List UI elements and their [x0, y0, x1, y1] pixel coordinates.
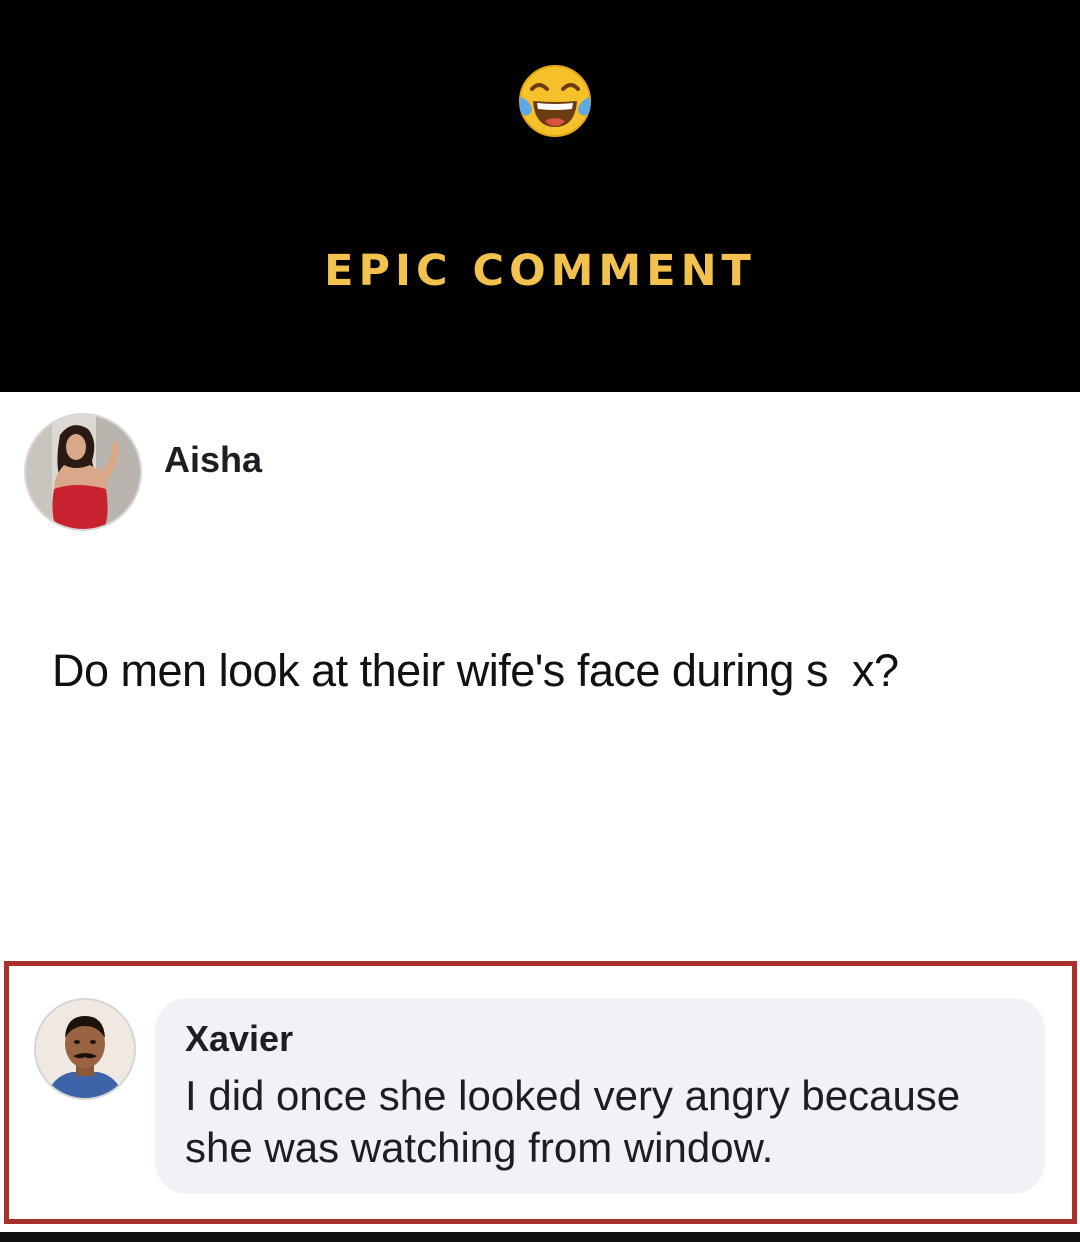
- comment-author-avatar[interactable]: [34, 998, 136, 1100]
- face-with-tears-of-joy-icon: [517, 63, 593, 139]
- bottom-divider: [0, 1232, 1080, 1242]
- header-banner: EPIC COMMENT: [0, 0, 1080, 392]
- post-question-text: Do men look at their wife's face during …: [52, 645, 899, 696]
- meme-page: EPIC COMMENT Aisha Do men look at their …: [0, 0, 1080, 1242]
- post-author-avatar[interactable]: [24, 413, 142, 531]
- header-title: EPIC COMMENT: [324, 246, 756, 296]
- comment-author-name[interactable]: Xavier: [185, 1018, 293, 1060]
- post-author-name[interactable]: Aisha: [164, 440, 262, 480]
- comment-text: I did once she looked very angry because…: [185, 1072, 961, 1171]
